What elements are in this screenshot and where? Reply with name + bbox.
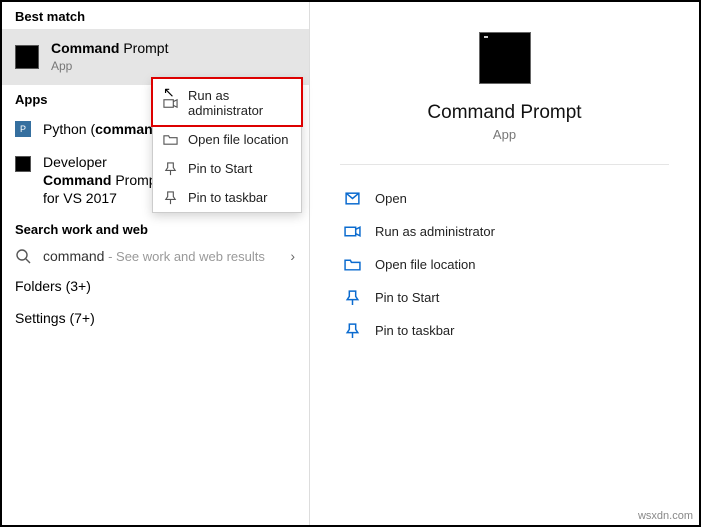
search-web-row[interactable]: command - See work and web results › [2,242,309,270]
folder-icon [344,256,361,273]
detail-title: Command Prompt [427,102,581,124]
pin-icon [163,161,178,176]
action-open[interactable]: Open [340,183,669,214]
pin-icon [344,322,361,339]
context-open-file-location[interactable]: Open file location [153,125,301,154]
action-open-file-location[interactable]: Open file location [340,249,669,280]
detail-subtitle: App [493,127,516,142]
search-web-text: command - See work and web results [43,248,265,264]
context-run-as-admin[interactable]: Run as administrator [151,77,303,127]
action-label: Open [375,191,407,206]
action-label: Pin to taskbar [375,323,455,338]
admin-shield-icon [163,96,178,111]
terminal-icon [15,45,39,69]
terminal-icon-large [479,32,531,84]
context-pin-to-start[interactable]: Pin to Start [153,154,301,183]
terminal-icon [15,156,31,172]
context-label: Pin to taskbar [188,190,268,205]
category-folders[interactable]: Folders (3+) [2,270,309,302]
context-label: Open file location [188,132,288,147]
admin-shield-icon [344,223,361,240]
search-results-pane: Best match Command Prompt App Apps P Pyt… [2,2,310,525]
context-label: Run as administrator [188,88,291,118]
python-icon: P [15,121,31,137]
action-label: Pin to Start [375,290,439,305]
context-pin-to-taskbar[interactable]: Pin to taskbar [153,183,301,212]
search-icon [15,248,31,264]
action-pin-to-taskbar[interactable]: Pin to taskbar [340,315,669,346]
best-match-title: Command Prompt [51,40,168,58]
app-title: Developer Command Prompt for VS 2017 [43,153,163,208]
action-label: Run as administrator [375,224,495,239]
action-label: Open file location [375,257,475,272]
pin-icon [163,190,178,205]
search-web-header: Search work and web [2,215,309,242]
watermark-text: wsxdn.com [638,510,693,522]
best-match-header: Best match [2,2,309,29]
action-pin-to-start[interactable]: Pin to Start [340,282,669,313]
open-icon [344,190,361,207]
pin-icon [344,289,361,306]
category-settings[interactable]: Settings (7+) [2,302,309,334]
chevron-right-icon: › [290,248,295,264]
context-menu: Run as administrator Open file location … [152,78,302,213]
action-run-as-admin[interactable]: Run as administrator [340,216,669,247]
detail-pane: Command Prompt App Open Run as administr… [310,2,699,525]
folder-icon [163,132,178,147]
context-label: Pin to Start [188,161,252,176]
best-match-subtitle: App [51,59,168,74]
